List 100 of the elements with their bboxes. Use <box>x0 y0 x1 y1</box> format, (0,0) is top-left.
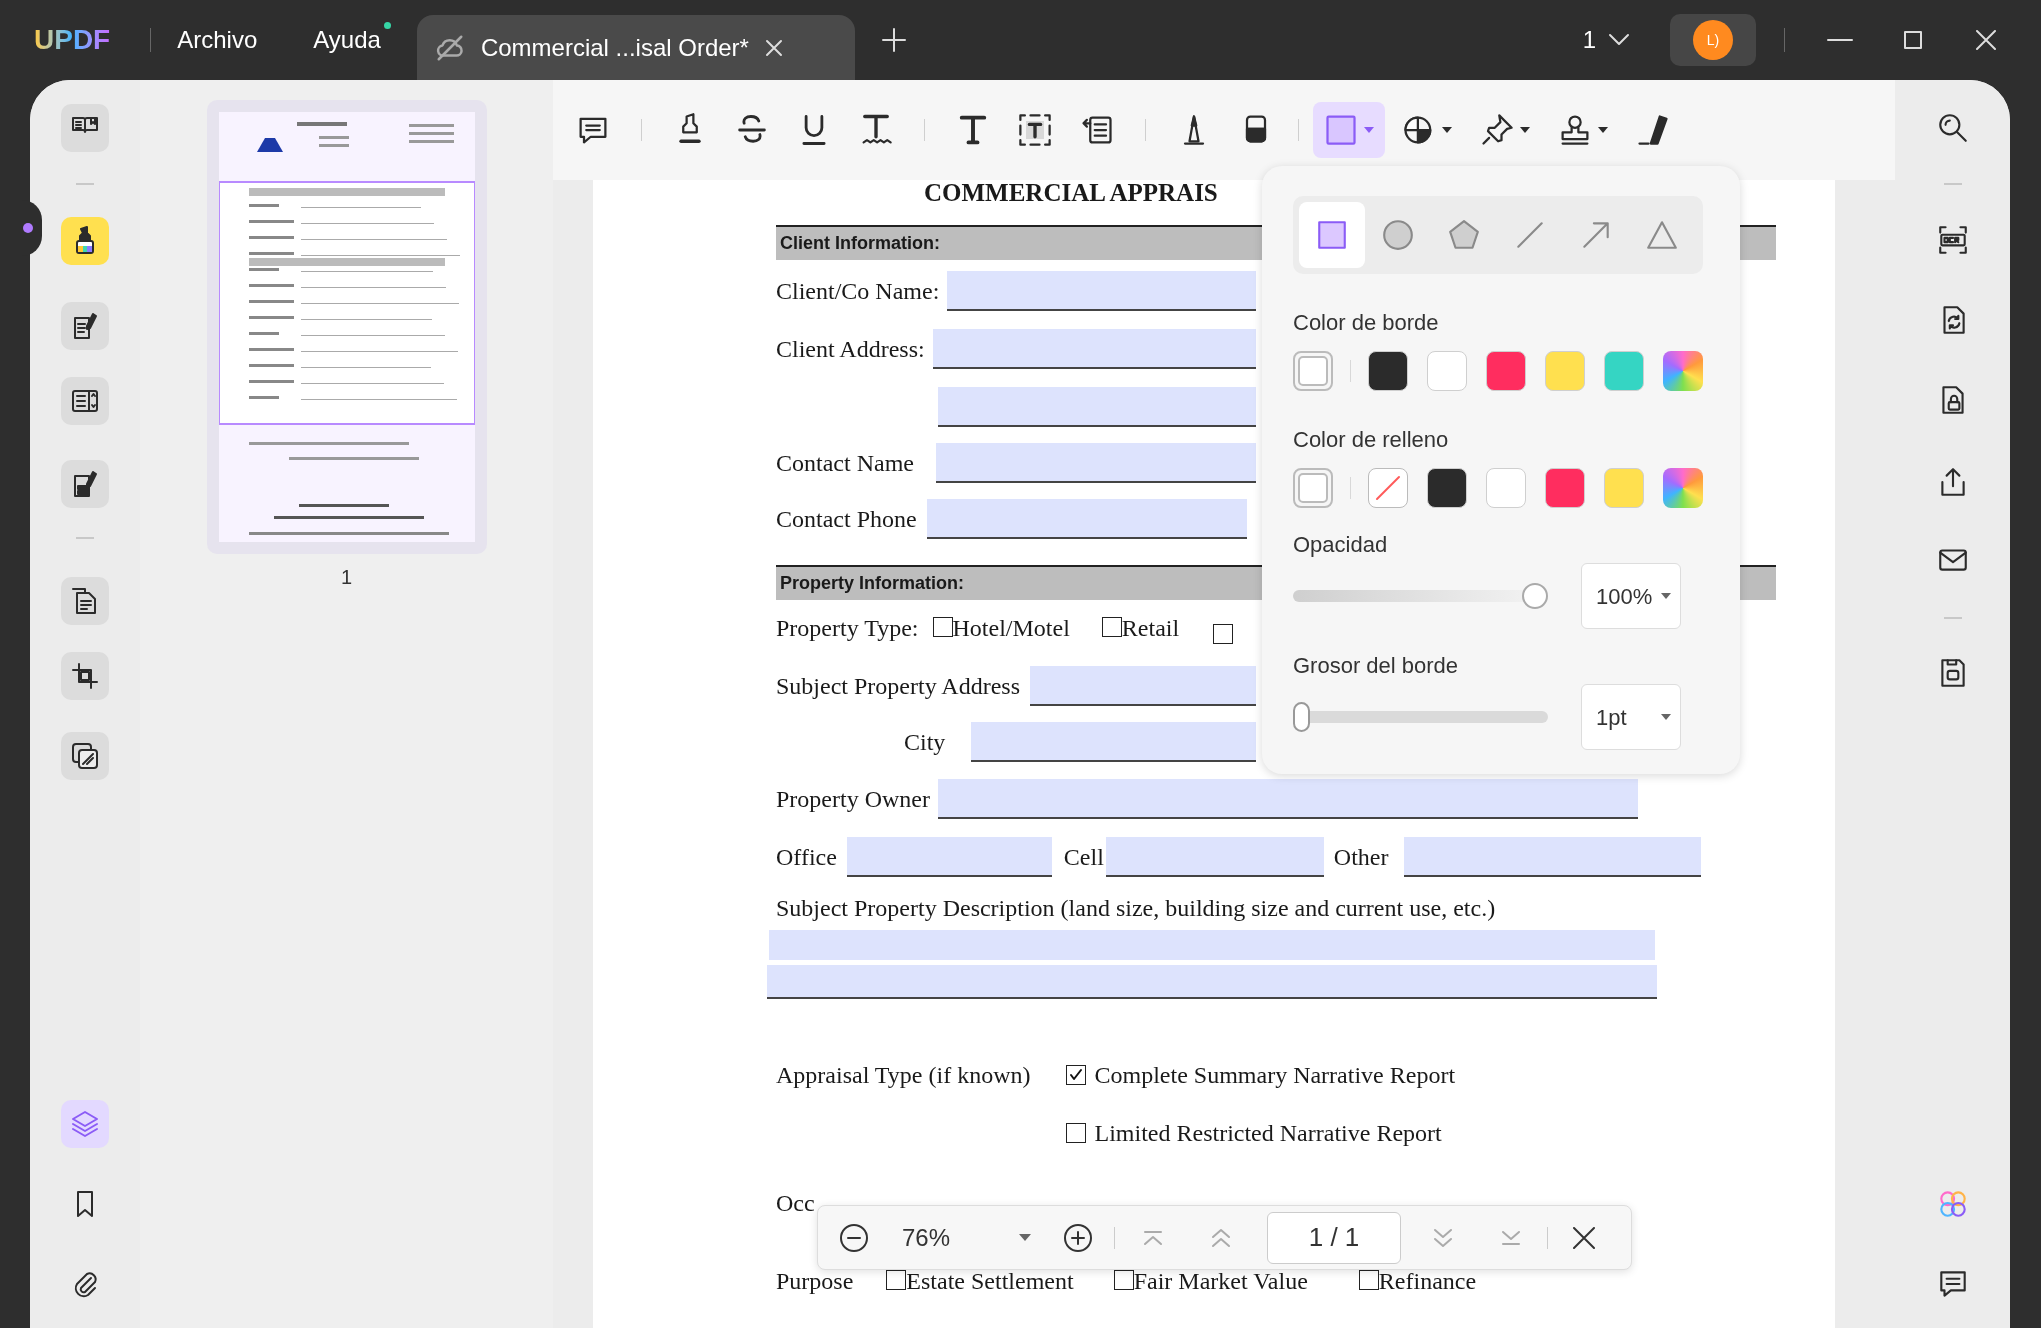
form-field[interactable] <box>1030 666 1256 706</box>
color-swatch[interactable] <box>1486 351 1526 391</box>
field-label: Office <box>776 843 837 872</box>
caret-icon <box>1660 713 1672 721</box>
color-swatch[interactable] <box>1545 468 1585 508</box>
field-label: Contact Phone <box>776 505 917 534</box>
form-field[interactable] <box>926 499 1247 539</box>
option-label: Refinance <box>1378 1267 1477 1296</box>
double-chevron-down-icon <box>1433 1227 1453 1248</box>
left-rail-layers-button[interactable] <box>61 1100 109 1148</box>
custom-color-swatch[interactable] <box>1663 468 1703 508</box>
triangle-icon <box>1645 218 1679 252</box>
left-rail-tools-button[interactable] <box>61 732 109 780</box>
form-field[interactable] <box>1105 837 1324 877</box>
form-field[interactable] <box>935 443 1256 483</box>
slider-thumb[interactable] <box>1522 583 1548 609</box>
menu-item[interactable]: Archivo <box>177 22 268 58</box>
form-field[interactable] <box>932 329 1256 369</box>
checkbox[interactable] <box>1101 617 1122 637</box>
option-label: Fair Market Value <box>1133 1267 1308 1296</box>
option-label: Limited Restricted Narrative Report <box>1094 1119 1442 1148</box>
field-label: Appraisal Type (if known) <box>776 1061 1031 1090</box>
page-thumbnail[interactable] <box>206 100 487 554</box>
last-page-icon <box>1501 1229 1521 1246</box>
field-label: Other <box>1333 843 1389 872</box>
color-swatch[interactable] <box>1486 468 1526 508</box>
form-field[interactable] <box>971 722 1256 762</box>
current-color-swatch[interactable] <box>1293 468 1333 508</box>
color-swatch[interactable] <box>1368 351 1408 391</box>
polygon-icon <box>1447 218 1481 252</box>
double-chevron-up-icon <box>1211 1227 1231 1248</box>
left-rail-comment-button[interactable] <box>61 217 109 265</box>
rectangle-icon <box>1323 112 1359 148</box>
field-label: Purpose <box>776 1267 854 1296</box>
form-field[interactable] <box>767 965 1657 999</box>
left-rail-sign-button[interactable] <box>61 460 109 508</box>
form-field[interactable] <box>947 271 1256 311</box>
value-dropdown[interactable]: 1pt <box>1581 684 1681 750</box>
color-swatch[interactable] <box>1427 468 1467 508</box>
form-field[interactable] <box>846 837 1052 877</box>
color-swatch[interactable] <box>1427 351 1467 391</box>
document-title: COMMERCIAL APPRAIS <box>924 180 1218 206</box>
section-heading: Client Information: <box>780 232 940 255</box>
no-color-swatch[interactable] <box>1368 468 1408 508</box>
field-label: Client/Co Name: <box>776 277 940 306</box>
page-menu[interactable]: 1 <box>1582 22 1630 58</box>
rectangle-tool-button[interactable] <box>1313 102 1385 158</box>
custom-color-swatch[interactable] <box>1663 351 1703 391</box>
value-dropdown[interactable]: 100% <box>1581 563 1681 629</box>
left-rail-reader-button[interactable] <box>61 104 109 152</box>
zoom-in-button[interactable] <box>1062 1221 1094 1254</box>
field-label: Subject Property Address <box>776 672 1020 701</box>
field-label: Property Owner <box>776 785 930 814</box>
crop-icon <box>69 660 101 692</box>
left-rail-edit-button[interactable] <box>61 302 109 350</box>
color-swatch[interactable] <box>1604 351 1644 391</box>
document-tab[interactable]: Commercial ...isal Order* <box>416 15 855 80</box>
checkbox[interactable] <box>1213 624 1234 644</box>
form-field[interactable] <box>937 779 1638 819</box>
checkbox[interactable] <box>932 617 953 637</box>
checkbox[interactable] <box>1066 1065 1087 1085</box>
check-icon <box>1069 1068 1084 1082</box>
color-swatch[interactable] <box>1604 468 1644 508</box>
checkbox[interactable] <box>1358 1270 1379 1290</box>
option-label: Estate Settlement <box>906 1267 1074 1296</box>
form-field[interactable] <box>769 930 1655 960</box>
form-field[interactable] <box>1403 837 1701 877</box>
pin-icon <box>1479 112 1515 148</box>
form-field[interactable] <box>938 387 1256 427</box>
first-page-icon <box>1143 1229 1163 1246</box>
current-color-swatch[interactable] <box>1293 351 1333 391</box>
shape-option[interactable] <box>1299 202 1365 268</box>
section-heading: Property Information: <box>780 572 964 595</box>
slider[interactable] <box>1293 581 1548 611</box>
page-number: 1 <box>340 565 353 590</box>
slider-thumb[interactable] <box>1293 702 1310 732</box>
option-label: Retail <box>1121 614 1180 643</box>
no-color-icon <box>1373 473 1403 503</box>
maximize-icon <box>1904 31 1922 49</box>
menu-item[interactable]: Ayuda <box>313 22 391 58</box>
slider[interactable] <box>1293 702 1548 732</box>
left-rail-crop-button[interactable] <box>61 652 109 700</box>
left-rail-form-button[interactable] <box>61 377 109 425</box>
minimize-icon <box>1827 39 1853 41</box>
zoom-out-button[interactable] <box>838 1221 870 1254</box>
page-number-field[interactable]: 1 / 1 <box>1267 1211 1401 1264</box>
signature-icon <box>1635 112 1671 148</box>
checkbox[interactable] <box>1066 1123 1087 1143</box>
chevron-down-icon <box>1608 33 1630 47</box>
left-rail-organize-button[interactable] <box>61 577 109 625</box>
zoom-level-dropdown[interactable]: 76% <box>902 1219 1032 1256</box>
close-icon <box>1573 1226 1595 1249</box>
ellipse-icon <box>1381 218 1415 252</box>
field-label: City <box>904 728 946 757</box>
section-label: Grosor del borde <box>1293 652 1460 680</box>
color-swatch[interactable] <box>1545 351 1585 391</box>
minus-icon <box>838 1221 870 1254</box>
checkbox[interactable] <box>886 1270 907 1290</box>
checkbox[interactable] <box>1113 1270 1134 1290</box>
plus-icon <box>880 27 907 53</box>
